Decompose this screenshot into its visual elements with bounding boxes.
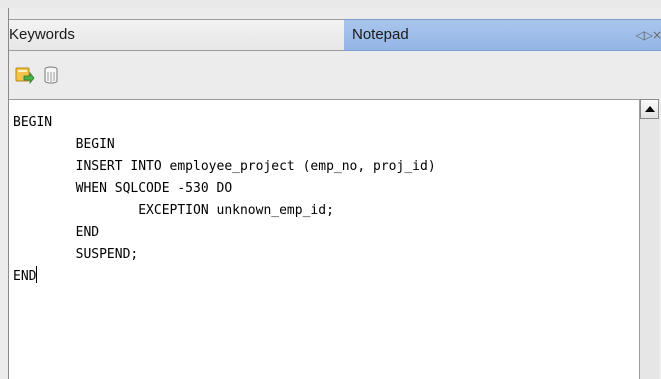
tab-keywords-label: Keywords (9, 26, 75, 43)
code-line: BEGIN (13, 115, 53, 130)
clear-trash-icon (44, 66, 58, 84)
import-into-editor-icon (15, 67, 35, 85)
code-line: SUSPEND; (13, 247, 139, 262)
tab-notepad-label: Notepad (352, 26, 409, 43)
sql-notepad-editor[interactable]: BEGIN BEGIN INSERT INTO employee_project… (9, 99, 639, 379)
tab-window-controls-icon[interactable]: ◁▷× (635, 28, 661, 42)
vertical-scrollbar[interactable] (639, 99, 659, 379)
code-line: BEGIN (13, 137, 115, 152)
tab-keywords[interactable]: Keywords (9, 19, 344, 51)
code-line: WHEN SQLCODE -530 DO (13, 181, 233, 196)
clear-button[interactable] (41, 65, 61, 85)
code-line-last: END (13, 266, 436, 288)
scroll-up-button[interactable] (640, 99, 659, 119)
tab-notepad[interactable]: Notepad ◁▷× (344, 19, 661, 51)
notepad-toolbar (9, 51, 661, 99)
import-into-editor-button[interactable] (15, 65, 35, 85)
code-line: INSERT INTO employee_project (emp_no, pr… (13, 159, 436, 174)
arrow-up-icon (645, 106, 655, 112)
tab-bar: Keywords Notepad ◁▷× (9, 19, 661, 51)
code-line: EXCEPTION unknown_emp_id; (13, 203, 334, 218)
text-caret (36, 266, 38, 283)
code-line: END (13, 269, 37, 284)
code-line: END (13, 225, 100, 240)
code-area[interactable]: BEGIN BEGIN INSERT INTO employee_project… (13, 112, 436, 288)
top-strip (0, 0, 661, 8)
